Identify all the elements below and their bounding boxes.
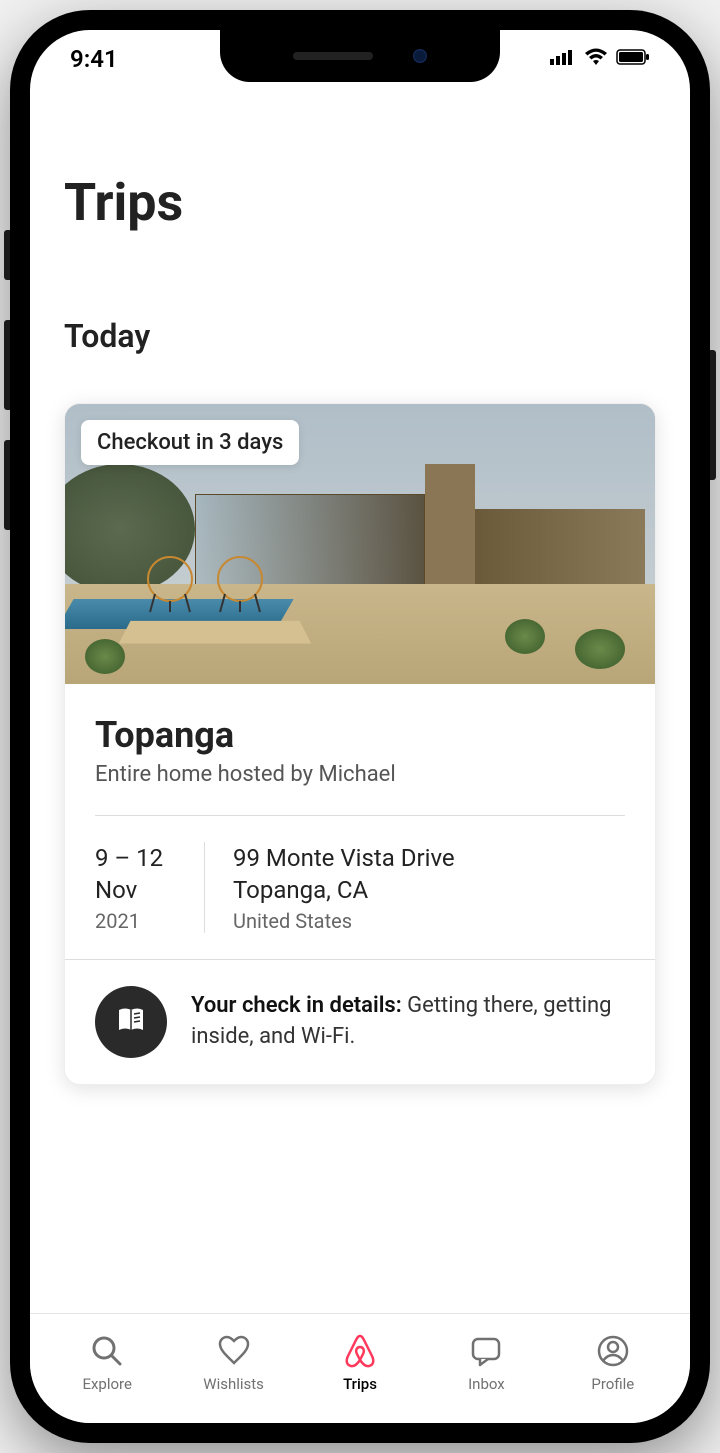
trip-card[interactable]: Checkout in 3 days Topanga Entire home h…: [64, 403, 656, 1085]
battery-icon: [616, 49, 650, 69]
checkin-bold: Your check in details:: [191, 993, 402, 1018]
nav-label: Explore: [82, 1375, 132, 1393]
speaker: [293, 52, 373, 60]
wifi-icon: [584, 48, 608, 70]
airbnb-icon: [342, 1333, 378, 1369]
section-heading: Today: [64, 317, 656, 355]
trip-title: Topanga: [95, 714, 625, 756]
address-country: United States: [233, 909, 625, 933]
nav-label: Trips: [343, 1375, 377, 1393]
checkin-icon-circle: [95, 986, 167, 1058]
status-time: 9:41: [70, 45, 118, 73]
page-title: Trips: [64, 172, 656, 233]
search-icon: [89, 1333, 125, 1369]
checkin-text: Your check in details: Getting there, ge…: [191, 991, 625, 1053]
checkin-details-row[interactable]: Your check in details: Getting there, ge…: [65, 959, 655, 1084]
nav-inbox[interactable]: Inbox: [423, 1333, 549, 1393]
side-button: [4, 440, 10, 530]
trip-image: Checkout in 3 days: [65, 404, 655, 684]
nav-label: Wishlists: [203, 1375, 264, 1393]
front-camera: [413, 49, 427, 63]
date-month: Nov: [95, 874, 176, 906]
nav-profile[interactable]: Profile: [550, 1333, 676, 1393]
bottom-nav: Explore Wishlists Trips Inbox: [30, 1313, 690, 1423]
date-year: 2021: [95, 909, 176, 933]
address-line2: Topanga, CA: [233, 874, 625, 906]
trip-dates: 9 – 12 Nov 2021: [95, 842, 205, 933]
side-button: [4, 320, 10, 410]
address-line1: 99 Monte Vista Drive: [233, 842, 625, 874]
side-button: [710, 350, 716, 480]
screen: 9:41 Trips Today: [30, 30, 690, 1423]
nav-wishlists[interactable]: Wishlists: [170, 1333, 296, 1393]
checkout-badge: Checkout in 3 days: [81, 420, 299, 465]
content-area[interactable]: Trips Today Checkout in: [30, 88, 690, 1313]
trip-subtitle: Entire home hosted by Michael: [95, 762, 625, 787]
date-range: 9 – 12: [95, 842, 176, 874]
inbox-icon: [468, 1333, 504, 1369]
trip-address: 99 Monte Vista Drive Topanga, CA United …: [233, 842, 625, 933]
side-button: [4, 230, 10, 280]
trip-card-body: Topanga Entire home hosted by Michael 9 …: [65, 684, 655, 959]
nav-trips[interactable]: Trips: [297, 1333, 423, 1393]
book-icon: [115, 1004, 147, 1040]
notch: [220, 30, 500, 82]
cellular-icon: [550, 49, 576, 69]
profile-icon: [595, 1333, 631, 1369]
trip-details-row: 9 – 12 Nov 2021 99 Monte Vista Drive Top…: [95, 816, 625, 959]
nav-explore[interactable]: Explore: [44, 1333, 170, 1393]
phone-frame: 9:41 Trips Today: [10, 10, 710, 1443]
status-icons: [550, 48, 650, 70]
heart-icon: [216, 1333, 252, 1369]
nav-label: Profile: [591, 1375, 634, 1393]
nav-label: Inbox: [468, 1375, 505, 1393]
